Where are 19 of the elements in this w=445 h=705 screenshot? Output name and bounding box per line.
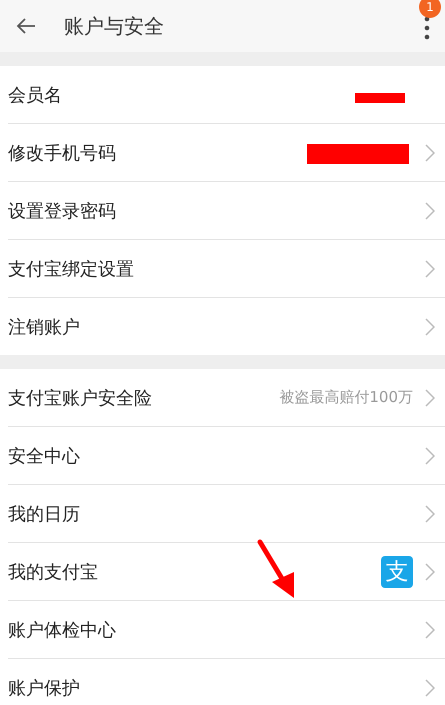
row-label: 修改手机号码 xyxy=(8,142,117,164)
row-label: 我的日历 xyxy=(8,502,81,526)
settings-row[interactable]: 账户保护 xyxy=(8,659,445,705)
settings-row[interactable]: 注销账户 xyxy=(8,298,445,355)
row-label: 账户体检中心 xyxy=(8,618,117,642)
row-label: 支付宝账户安全险 xyxy=(8,386,153,410)
row-value: 被盗最高赔付100万 xyxy=(279,388,413,407)
notification-badge: 1 xyxy=(419,0,441,18)
row-label: 安全中心 xyxy=(8,444,81,468)
row-label: 我的支付宝 xyxy=(8,560,99,584)
row-label: 支付宝绑定设置 xyxy=(8,258,135,280)
page-title: 账户与安全 xyxy=(64,12,164,40)
more-icon[interactable] xyxy=(424,16,430,40)
row-label: 注销账户 xyxy=(8,316,81,338)
row-label: 会员名 xyxy=(8,84,63,106)
row-label: 账户保护 xyxy=(8,676,81,700)
row-label: 设置登录密码 xyxy=(8,200,117,222)
payment-app-logo: 支 xyxy=(381,556,413,588)
annotation-arrow xyxy=(258,540,294,598)
